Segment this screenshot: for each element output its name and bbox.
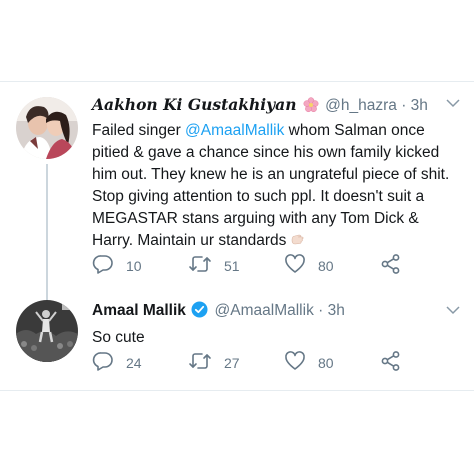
separator-dot: · (318, 302, 324, 319)
tweet-hazra[interactable]: Aakhon Ki Gustakhiyan @h_hazra · 3h Fail… (0, 82, 474, 304)
reply-action[interactable]: 24 (92, 350, 188, 377)
tweet-thread: Aakhon Ki Gustakhiyan @h_hazra · 3h Fail… (0, 81, 474, 391)
avatar-hazra[interactable] (16, 97, 78, 159)
separator-dot: · (401, 97, 407, 114)
tweet-amaal[interactable]: Amaal Mallik @AmaalMallik · 3h So cute 2… (0, 289, 474, 389)
retweet-count: 51 (224, 258, 240, 274)
reply-action[interactable]: 10 (92, 253, 188, 280)
display-name[interactable]: Amaal Mallik (92, 302, 186, 319)
timestamp[interactable]: 3h (411, 97, 428, 114)
like-count: 80 (318, 355, 334, 371)
tweet-text: Failed singer @AmaalMallik whom Salman o… (92, 120, 464, 254)
thread-connector-line (46, 164, 48, 304)
heart-icon[interactable] (284, 350, 306, 377)
tweet-text: So cute (92, 329, 145, 346)
tweet-text-suffix: whom Salman once pitied & gave a chance … (92, 122, 450, 249)
retweet-count: 27 (224, 355, 240, 371)
tweet-header: Aakhon Ki Gustakhiyan @h_hazra · 3h (92, 95, 444, 119)
chevron-down-icon[interactable] (446, 95, 460, 113)
reply-icon[interactable] (92, 350, 114, 377)
mention-link[interactable]: @AmaalMallik (185, 122, 284, 139)
tweet-text-prefix: Failed singer (92, 122, 186, 139)
tweet-actions: 10 51 80 (92, 253, 454, 280)
tweet-header: Amaal Mallik @AmaalMallik · 3h (92, 301, 444, 324)
display-name[interactable]: Aakhon Ki Gustakhiyan (92, 95, 297, 114)
share-icon[interactable] (380, 253, 402, 280)
share-icon[interactable] (380, 350, 402, 377)
chevron-down-icon[interactable] (446, 302, 460, 320)
heart-icon[interactable] (284, 253, 306, 280)
like-action[interactable]: 80 (284, 253, 380, 280)
user-handle[interactable]: @h_hazra (325, 97, 397, 114)
reply-count: 24 (126, 355, 142, 371)
hand-emoji-icon (289, 231, 305, 254)
user-handle[interactable]: @AmaalMallik (215, 302, 314, 319)
reply-count: 10 (126, 258, 142, 274)
tweet-actions: 24 27 80 (92, 350, 454, 377)
retweet-action[interactable]: 51 (188, 253, 284, 280)
avatar-amaal[interactable] (16, 300, 78, 362)
like-action[interactable]: 80 (284, 350, 380, 377)
retweet-icon[interactable] (188, 253, 212, 280)
like-count: 80 (318, 258, 334, 274)
retweet-icon[interactable] (188, 350, 212, 377)
retweet-action[interactable]: 27 (188, 350, 284, 377)
timestamp[interactable]: 3h (328, 302, 345, 319)
share-action[interactable] (380, 350, 404, 377)
cherry-blossom-icon (303, 97, 319, 119)
reply-icon[interactable] (92, 253, 114, 280)
verified-badge-icon (191, 301, 208, 324)
share-action[interactable] (380, 253, 404, 280)
